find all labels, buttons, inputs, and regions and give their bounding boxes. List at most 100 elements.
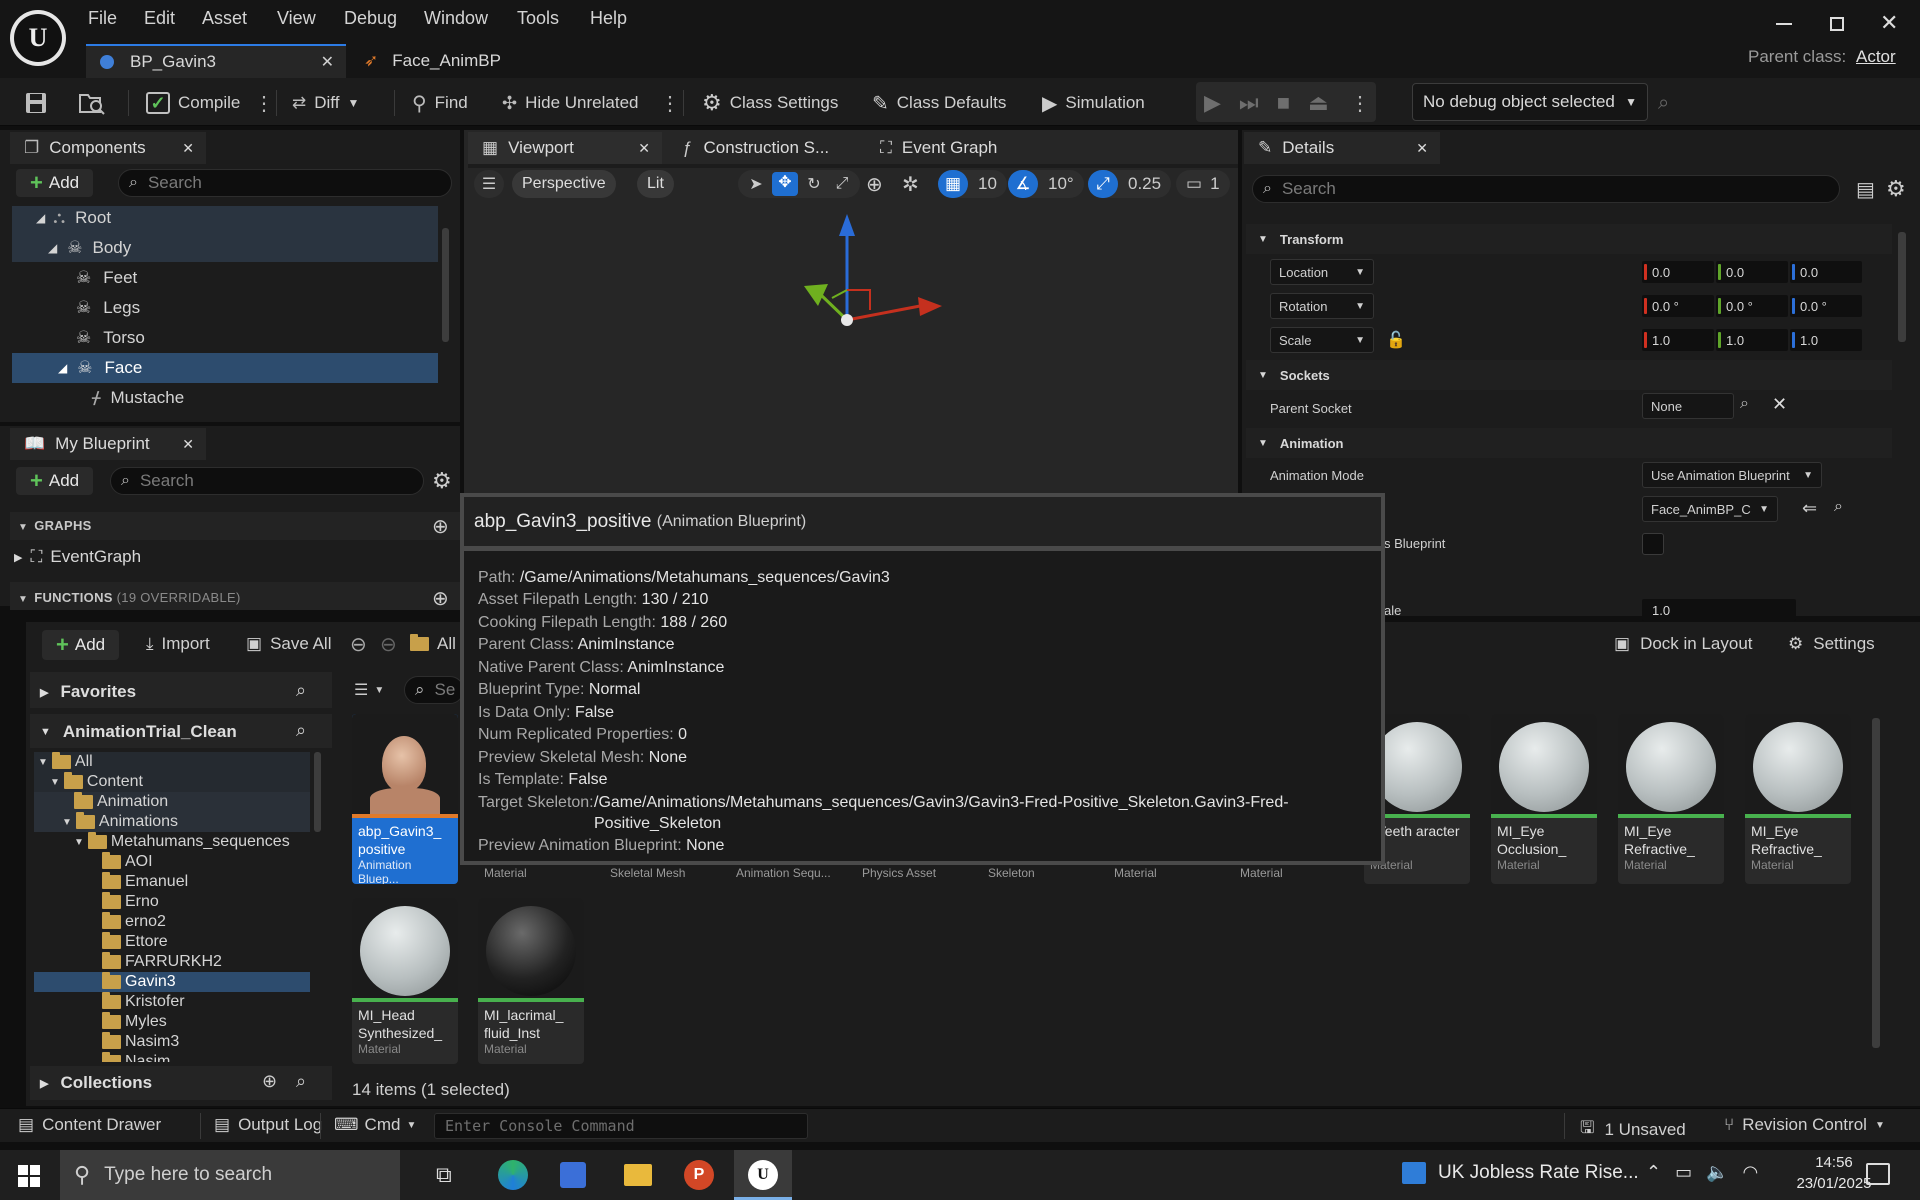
rotation-z[interactable]: 0.0 ° [1790,295,1862,317]
add-graph-icon[interactable]: ⊕ [432,514,449,539]
rotation-x[interactable]: 0.0 ° [1642,295,1714,317]
revision-control-button[interactable]: ⑂ Revision Control ▼ [1724,1115,1885,1135]
clear-socket-icon[interactable]: ✕ [1772,394,1787,415]
dock-in-layout-button[interactable]: ▣ Dock in Layout [1614,634,1753,654]
parent-class-value[interactable]: Actor [1856,47,1896,67]
my-blueprint-search-input[interactable]: ⌕ Search [110,467,424,495]
play-options-icon[interactable]: ⋮ [1350,86,1370,120]
folder-item[interactable]: ▼ Content [50,772,143,792]
location-y[interactable]: 0.0 [1716,261,1788,283]
event-graph-item[interactable]: ▶ ⛶ EventGraph [14,547,141,567]
components-scrollbar[interactable] [442,228,449,342]
tree-item-mustache[interactable]: ᚋ Mustache [12,383,438,413]
folder-item[interactable]: Animation [74,792,168,812]
my-blueprint-tab[interactable]: 📖 My Blueprint ✕ [10,428,206,460]
use-selected-icon[interactable]: ⇐ [1802,498,1817,519]
folder-item[interactable]: Ettore [102,932,168,952]
menu-window[interactable]: Window [424,8,488,29]
details-search-input[interactable]: ⌕ Search [1252,175,1840,203]
unreal-logo[interactable]: U [10,10,66,66]
close-icon[interactable]: ✕ [321,52,334,72]
compile-options-icon[interactable]: ⋮ [254,86,274,120]
folder-item[interactable]: Nasim [102,1052,170,1062]
anim-class-dropdown[interactable]: Face_AnimBP_C ▼ [1642,496,1778,522]
folder-item-gavin3[interactable]: Gavin3 [102,972,176,992]
debug-object-select[interactable]: No debug object selected ▼ [1412,83,1648,121]
asset-tile[interactable]: MI_lacrimal_ fluid_Inst Material [478,898,584,1064]
folder-item[interactable]: ▼ Metahumans_sequences [74,832,290,852]
filter-button[interactable]: ☰ ▼ [354,680,384,700]
tree-item-torso[interactable]: ☠ Torso [12,323,438,353]
table-view-icon[interactable]: ▤ [1856,177,1875,202]
world-local-icon[interactable]: ⊕ [866,172,883,197]
task-view-icon[interactable]: ⧉ [436,1162,452,1188]
menu-view[interactable]: View [277,8,316,29]
folder-tree-scrollbar[interactable] [314,752,321,832]
blueprint-checkbox[interactable] [1642,533,1664,555]
asset-tile[interactable]: MI_Head Synthesized_ Material [352,898,458,1064]
lock-icon[interactable]: 🔓 [1386,330,1406,350]
close-icon[interactable]: ✕ [1416,140,1428,157]
rotation-y[interactable]: 0.0 ° [1716,295,1788,317]
step-icon[interactable]: ⏭ [1239,90,1259,116]
content-settings-button[interactable]: ⚙ Settings [1788,634,1875,654]
back-icon[interactable]: ⊖ [350,632,367,657]
rotate-icon[interactable]: ↻ [802,174,826,194]
asset-tile[interactable]: MI_Eye Refractive_ Material [1618,714,1724,884]
my-blueprint-add-button[interactable]: + Add [16,467,94,495]
transform-section-header[interactable]: ▼ Transform [1246,224,1892,254]
asset-tile[interactable]: MI_Eye Occlusion_ Material [1491,714,1597,884]
menu-edit[interactable]: Edit [144,8,175,29]
details-tab[interactable]: ✎ Details ✕ [1244,132,1440,164]
unreal-taskbar-button[interactable]: U [734,1150,792,1200]
more-options-icon[interactable]: ⋮ [660,86,680,120]
unsaved-button[interactable]: 🖫 1 Unsaved [1580,1115,1686,1144]
menu-tools[interactable]: Tools [517,8,559,29]
diff-button[interactable]: ⇄ Diff ▼ [292,86,359,120]
taskbar-search[interactable]: ⚲ Type here to search [60,1150,400,1200]
scale-y[interactable]: 1.0 [1716,329,1788,351]
scale-snap-control[interactable]: ⤢ 0.25 [1088,170,1172,198]
doc-tab-bp-gavin3[interactable]: BP_Gavin3 ✕ [86,44,346,78]
menu-help[interactable]: Help [590,8,627,29]
speaker-icon[interactable]: 🔈 [1706,1162,1728,1183]
location-x[interactable]: 0.0 [1642,261,1714,283]
browse-asset-icon[interactable]: ⌕ [1834,498,1843,516]
viewport-menu-icon[interactable]: ☰ [474,170,504,198]
scale-x[interactable]: 1.0 [1642,329,1714,351]
save-all-button[interactable]: ▣ Save All [246,634,332,654]
viewport-tab[interactable]: ▦ Viewport ✕ [468,132,662,164]
stop-icon[interactable]: ■ [1277,90,1290,116]
folder-item[interactable]: erno2 [102,912,166,932]
lit-button[interactable]: Lit [637,170,674,198]
perspective-button[interactable]: Perspective [512,170,616,198]
surface-snap-icon[interactable]: ✲ [902,172,919,197]
parent-socket-field[interactable]: None [1642,393,1734,419]
battery-icon[interactable]: ▭ [1675,1162,1692,1183]
window-close-icon[interactable]: ✕ [1880,10,1898,36]
camera-speed-control[interactable]: ▭ 1 [1176,170,1230,198]
eject-icon[interactable]: ⏏ [1308,90,1329,116]
folder-item[interactable]: AOI [102,852,153,872]
tree-item-body[interactable]: ◢ ☠ Body [12,233,438,263]
find-button[interactable]: ⚲ Find [412,86,468,120]
sockets-section-header[interactable]: ▼ Sockets [1246,360,1892,390]
folder-item[interactable]: Nasim3 [102,1032,179,1052]
output-log-button[interactable]: ▤ Output Log [214,1115,322,1135]
asset-tile[interactable]: MI_Eye Refractive_ Material [1745,714,1851,884]
tree-item-legs[interactable]: ☠ Legs [12,293,438,323]
clock[interactable]: 14:56 23/01/2025 [1794,1154,1874,1192]
close-icon[interactable]: ✕ [638,140,650,157]
path-breadcrumb[interactable]: All [410,634,456,654]
simulation-button[interactable]: ▶ Simulation [1042,86,1145,120]
hide-unrelated-button[interactable]: ✣ Hide Unrelated [502,86,639,120]
select-icon[interactable]: ➤ [744,174,768,194]
store-icon[interactable] [560,1162,586,1188]
components-add-button[interactable]: + Add [16,169,94,197]
folder-item[interactable]: ▼ Animations [62,812,178,832]
cmd-dropdown[interactable]: ⌨ Cmd ▼ [334,1115,416,1135]
tree-item-face[interactable]: ◢ ☠ Face [12,353,438,383]
content-add-button[interactable]: + Add [42,630,120,660]
asset-scrollbar[interactable] [1872,718,1880,1048]
folder-item[interactable]: ▼ All [38,752,93,772]
